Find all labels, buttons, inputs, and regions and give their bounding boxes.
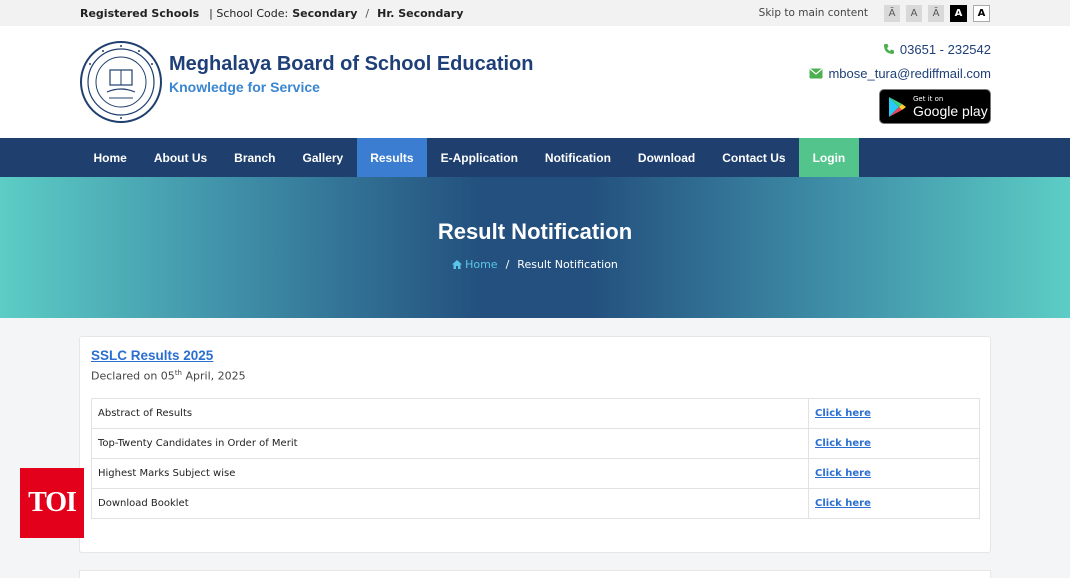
hr-secondary-link[interactable]: Hr. Secondary	[377, 7, 463, 20]
nav-results[interactable]: Results	[356, 138, 428, 177]
site-header: Meghalaya Board of School Education Know…	[0, 26, 1070, 138]
nav-branch[interactable]: Branch	[221, 138, 289, 177]
email-line: mbose_tura@rediffmail.com	[809, 64, 991, 82]
phone-number[interactable]: 03651 - 232542	[900, 42, 991, 57]
nav-login[interactable]: Login	[799, 138, 859, 177]
phone-line: 03651 - 232542	[809, 40, 991, 58]
font-increase-button[interactable]: Ā	[884, 4, 900, 22]
declared-date: Declared on 05th April, 2025	[91, 369, 979, 383]
breadcrumb-home-link[interactable]: Home	[452, 258, 498, 271]
table-row: Download Booklet Click here	[91, 487, 980, 519]
accessibility-controls: Skip to main content Ā A Ā A A	[759, 4, 990, 22]
board-tagline: Knowledge for Service	[169, 79, 320, 95]
registered-schools-link[interactable]: Registered Schools	[80, 7, 199, 20]
phone-icon	[883, 44, 894, 54]
row-label: Highest Marks Subject wise	[91, 457, 809, 489]
light-contrast-button[interactable]: A	[973, 4, 990, 22]
board-emblem-logo[interactable]	[79, 40, 163, 124]
google-play-badge[interactable]: Get it on Google play	[879, 89, 991, 124]
table-row: Top-Twenty Candidates in Order of Merit …	[91, 427, 980, 459]
row-link-cell: Click here	[808, 487, 980, 519]
nav-gallery[interactable]: Gallery	[289, 138, 357, 177]
click-here-link[interactable]: Click here	[815, 438, 871, 449]
play-big-text: Google play	[913, 102, 988, 119]
click-here-link[interactable]: Click here	[815, 408, 871, 419]
contact-info: 03651 - 232542 mbose_tura@rediffmail.com	[809, 40, 991, 88]
home-icon	[452, 260, 463, 269]
envelope-icon	[809, 68, 823, 78]
declared-suffix: April, 2025	[182, 369, 246, 383]
result-card: SSLC Results 2025 Declared on 05th April…	[79, 336, 991, 553]
email-address[interactable]: mbose_tura@rediffmail.com	[828, 66, 991, 81]
page-banner: Result Notification Home / Result Notifi…	[0, 177, 1070, 318]
declared-sup: th	[174, 369, 182, 377]
breadcrumb-home-label: Home	[465, 258, 498, 271]
toi-watermark-logo: TOI	[20, 468, 84, 538]
table-row: Highest Marks Subject wise Click here	[91, 457, 980, 489]
school-code-secondary-link[interactable]: Secondary	[292, 7, 357, 20]
click-here-link[interactable]: Click here	[815, 468, 871, 479]
breadcrumb-separator: /	[505, 258, 510, 271]
click-here-link[interactable]: Click here	[815, 498, 871, 509]
row-label: Abstract of Results	[91, 397, 809, 429]
declared-prefix: Declared on 05	[91, 369, 175, 383]
nav-e-application[interactable]: E-Application	[427, 138, 531, 177]
top-utility-bar: Registered Schools | School Code: Second…	[0, 0, 1070, 26]
nav-about-us[interactable]: About Us	[140, 138, 220, 177]
separator: /	[365, 6, 370, 20]
school-code-label: | School Code:	[209, 6, 289, 20]
nav-home[interactable]: Home	[80, 138, 140, 177]
font-reset-button[interactable]: A	[906, 4, 922, 22]
next-result-card	[79, 570, 991, 578]
breadcrumb-current: Result Notification	[517, 258, 618, 271]
row-label: Top-Twenty Candidates in Order of Merit	[91, 427, 809, 459]
main-navigation: Home About Us Branch Gallery Results E-A…	[0, 138, 1070, 177]
google-play-icon	[889, 96, 906, 117]
dark-contrast-button[interactable]: A	[950, 4, 967, 22]
row-link-cell: Click here	[808, 427, 980, 459]
nav-notification[interactable]: Notification	[531, 138, 624, 177]
result-links-table: Abstract of Results Click here Top-Twent…	[91, 397, 980, 519]
page-title: Result Notification	[437, 219, 633, 244]
nav-contact-us[interactable]: Contact Us	[709, 138, 799, 177]
skip-to-content-link[interactable]: Skip to main content	[759, 7, 868, 19]
table-row: Abstract of Results Click here	[91, 397, 980, 429]
row-link-cell: Click here	[808, 457, 980, 489]
nav-download[interactable]: Download	[624, 138, 708, 177]
breadcrumb: Home / Result Notification	[0, 258, 1070, 271]
board-name: Meghalaya Board of School Education	[169, 53, 534, 75]
row-label: Download Booklet	[91, 487, 809, 519]
font-decrease-button[interactable]: Ā	[928, 4, 944, 22]
school-links: Registered Schools | School Code: Second…	[80, 7, 463, 20]
row-link-cell: Click here	[808, 397, 980, 429]
result-title-link[interactable]: SSLC Results 2025	[91, 348, 979, 363]
